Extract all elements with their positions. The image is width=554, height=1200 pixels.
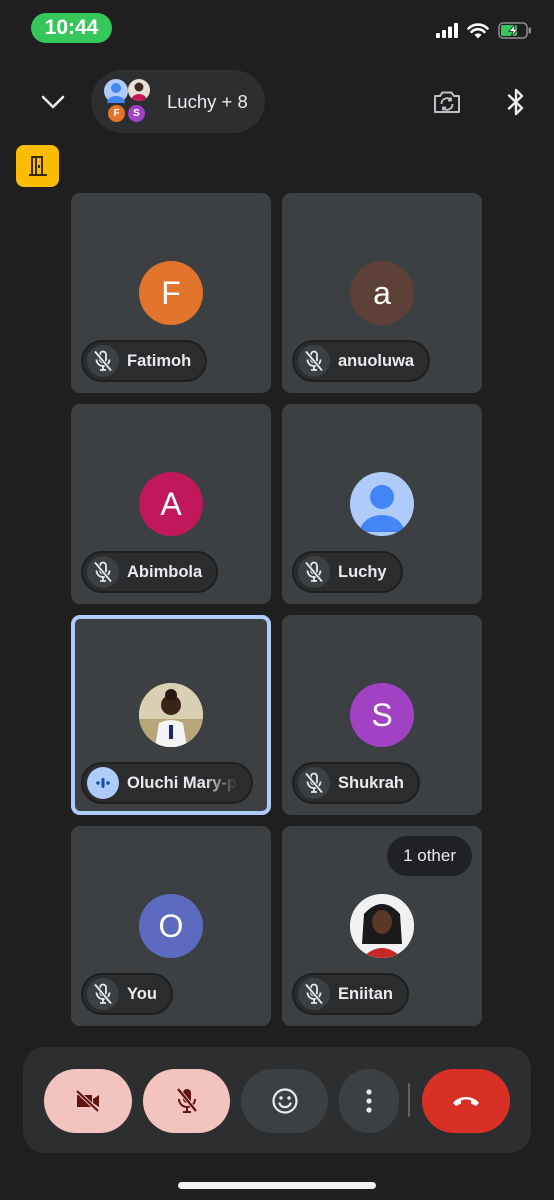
- participant-avatar: F: [139, 261, 203, 325]
- speaking-indicator: [87, 767, 119, 799]
- participant-tile[interactable]: Oluchi Mary-p: [71, 615, 271, 815]
- cluster-avatar-photo: [128, 78, 150, 101]
- mic-toggle-button[interactable]: [143, 1069, 230, 1133]
- cluster-avatar-s: S: [128, 104, 145, 122]
- participant-name-chip: anuoluwa: [292, 340, 431, 382]
- cluster-avatar-luchy: [104, 78, 128, 103]
- mic-off-icon: [93, 983, 113, 1005]
- participant-avatar: [139, 683, 203, 747]
- person-photo-icon: [131, 82, 147, 101]
- person-icon: [107, 82, 125, 103]
- camera-toggle-button[interactable]: [44, 1069, 132, 1133]
- mic-muted-indicator: [87, 345, 119, 377]
- status-icons: [436, 22, 532, 39]
- participant-tile[interactable]: O You: [71, 826, 271, 1026]
- participant-tile[interactable]: F Fatimoh: [71, 193, 271, 393]
- camera-off-icon: [75, 1090, 100, 1112]
- reactions-button[interactable]: [241, 1069, 328, 1133]
- speaking-indicator-icon: [96, 778, 110, 788]
- bluetooth-audio-button[interactable]: [500, 83, 532, 121]
- participant-name-chip: Eniitan: [292, 973, 410, 1015]
- participant-tile[interactable]: Eniitan 1 other: [282, 826, 482, 1026]
- mic-muted-indicator: [298, 978, 330, 1010]
- mic-muted-indicator: [298, 345, 330, 377]
- participants-label: Luchy + 8: [167, 90, 248, 112]
- participant-tile[interactable]: Luchy: [282, 404, 482, 604]
- mic-off-icon: [93, 561, 113, 583]
- more-vert-icon: [366, 1089, 372, 1113]
- more-options-button[interactable]: [339, 1069, 399, 1133]
- participant-tile[interactable]: A Abimbola: [71, 404, 271, 604]
- participants-avatar-cluster: F S: [98, 73, 156, 131]
- participant-name-chip: Oluchi Mary-p: [81, 762, 254, 804]
- mic-off-icon: [304, 983, 324, 1005]
- person-icon: [360, 485, 404, 532]
- participant-name-chip: Fatimoh: [81, 340, 208, 382]
- participant-name-chip: Shukrah: [292, 762, 421, 804]
- chevron-down-icon: [41, 95, 65, 109]
- camera-flip-icon: [434, 91, 460, 113]
- participant-name: Oluchi Mary-p: [127, 773, 238, 792]
- collapse-button[interactable]: [30, 82, 76, 122]
- participant-photo: [139, 683, 203, 747]
- mic-muted-indicator: [298, 767, 330, 799]
- mic-off-icon: [304, 772, 324, 794]
- emoji-icon: [271, 1088, 298, 1114]
- door-icon: [28, 156, 47, 176]
- participant-avatar: O: [139, 894, 203, 958]
- battery-charging-icon: [498, 22, 531, 39]
- participant-name-chip: Abimbola: [81, 551, 219, 593]
- participant-avatar: A: [139, 472, 203, 536]
- participant-name: Eniitan: [338, 984, 394, 1003]
- mic-off-icon: [93, 350, 113, 372]
- call-controls-bar: [23, 1047, 531, 1153]
- switch-camera-button[interactable]: [428, 85, 466, 119]
- cellular-signal-icon: [436, 23, 458, 38]
- home-indicator: [178, 1182, 376, 1189]
- others-count-badge: 1 other: [387, 836, 472, 876]
- mic-off-icon: [304, 350, 324, 372]
- participant-name: Shukrah: [338, 773, 405, 792]
- participant-name-chip: You: [81, 973, 173, 1015]
- meet-call-screen: 10:44 F S Luchy + 8 F Fatimoh a anuoluwa…: [0, 0, 554, 1200]
- end-call-button[interactable]: [422, 1069, 510, 1133]
- participant-tile[interactable]: S Shukrah: [282, 615, 482, 815]
- leave-room-button[interactable]: [16, 145, 59, 187]
- participant-tile[interactable]: a anuoluwa: [282, 193, 482, 393]
- mic-muted-indicator: [298, 556, 330, 588]
- controls-divider: [408, 1083, 410, 1117]
- participants-button[interactable]: F S Luchy + 8: [91, 70, 265, 133]
- participant-name: Abimbola: [127, 562, 203, 581]
- mic-muted-indicator: [87, 556, 119, 588]
- cluster-avatar-f: F: [108, 104, 125, 122]
- mic-off-icon: [304, 561, 324, 583]
- end-call-icon: [453, 1097, 479, 1106]
- bluetooth-icon: [507, 88, 524, 116]
- participant-avatar: S: [350, 683, 414, 747]
- participant-name: You: [127, 984, 157, 1003]
- participant-photo: [350, 894, 414, 958]
- wifi-icon: [467, 22, 489, 38]
- participant-name: Luchy: [338, 562, 387, 581]
- participant-name: Fatimoh: [127, 351, 192, 370]
- status-time: 10:44: [31, 13, 112, 43]
- participant-name-chip: Luchy: [292, 551, 403, 593]
- participant-avatar: a: [350, 261, 414, 325]
- mic-muted-indicator: [87, 978, 119, 1010]
- mic-off-icon: [175, 1087, 198, 1113]
- participant-name: anuoluwa: [338, 351, 415, 370]
- participant-avatar: [350, 894, 414, 958]
- participant-avatar: [350, 472, 414, 536]
